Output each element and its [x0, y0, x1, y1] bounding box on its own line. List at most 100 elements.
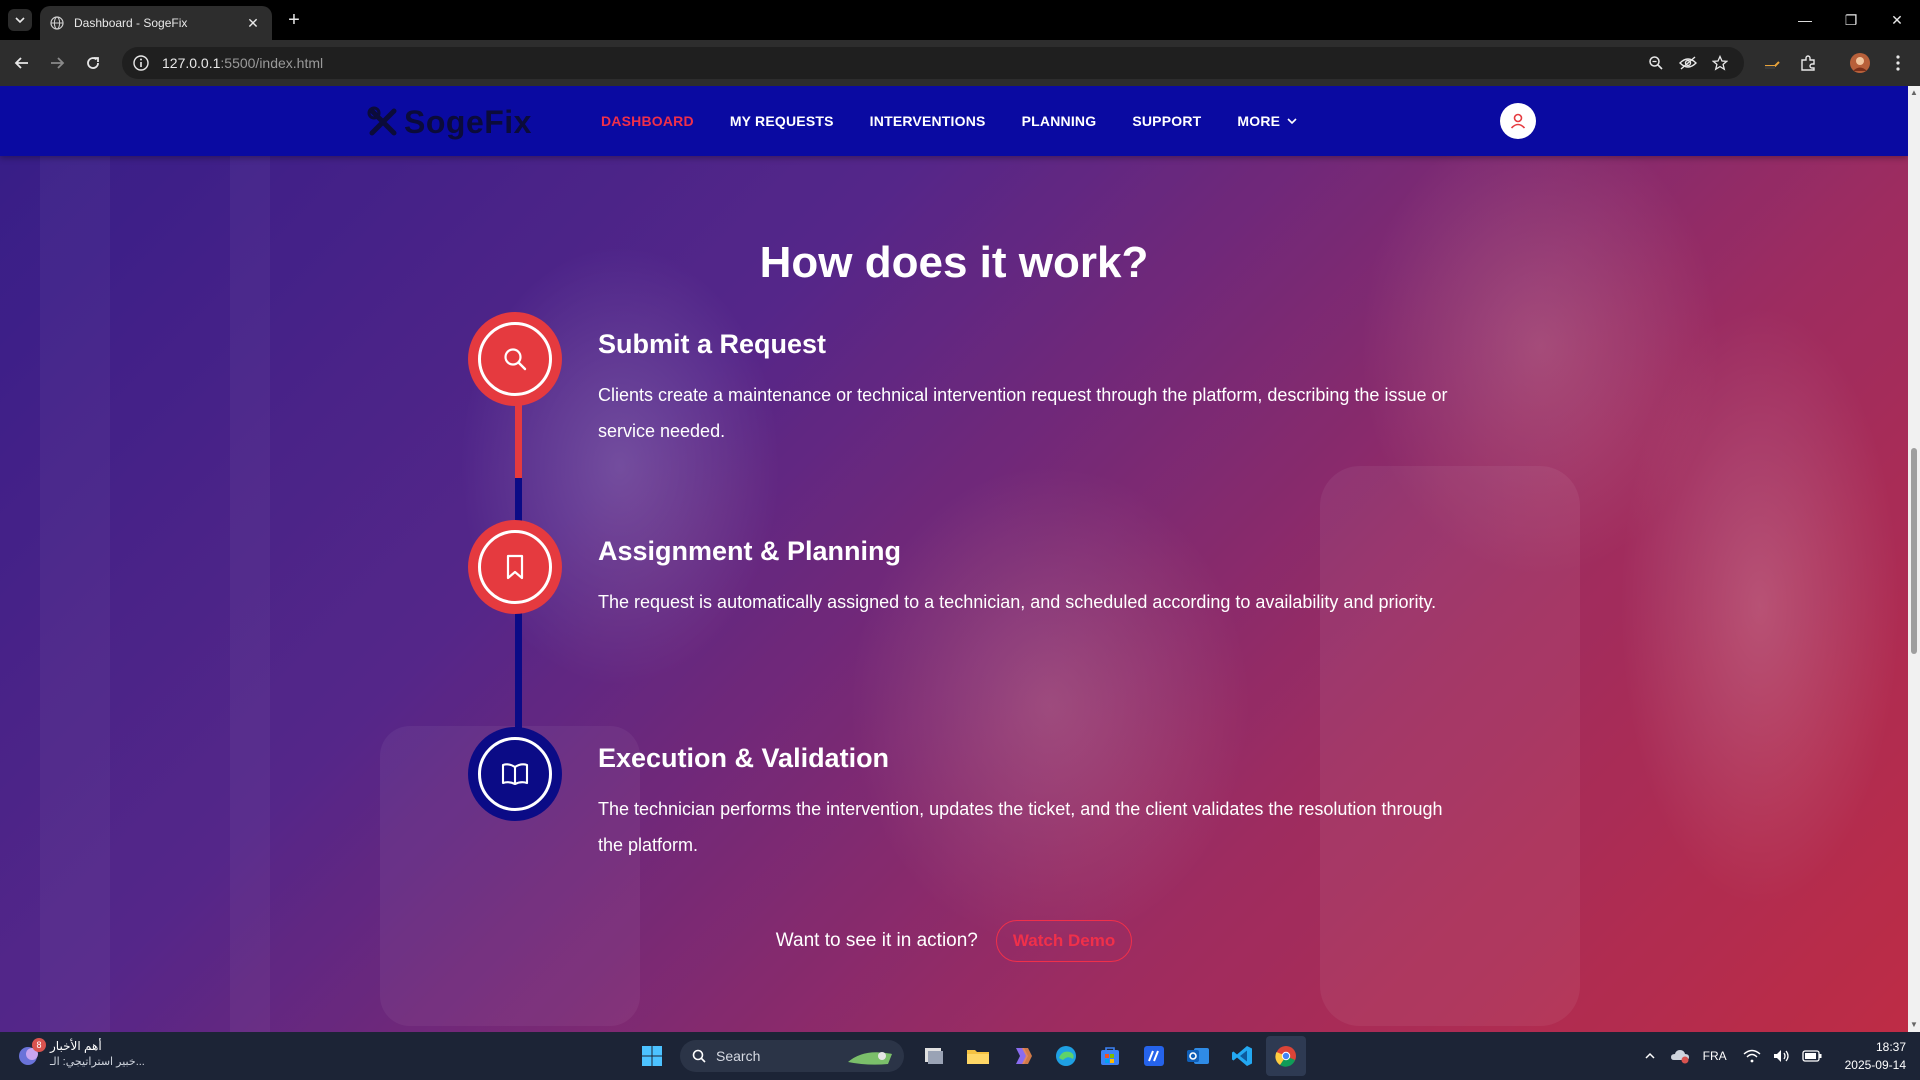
- extensions-puzzle-icon[interactable]: [1796, 51, 1820, 75]
- timeline-connector-red: [515, 396, 522, 478]
- tab-list-button[interactable]: [8, 9, 32, 31]
- news-subtitle: خبير استراتيجي: الـ...: [50, 1056, 145, 1068]
- wrench-logo-icon: [367, 106, 397, 136]
- minimize-icon[interactable]: —: [1782, 0, 1828, 40]
- profile-avatar-icon[interactable]: [1848, 51, 1872, 75]
- globe-icon: [50, 16, 64, 30]
- nav-more-label: MORE: [1237, 113, 1281, 129]
- taskbar-apps: Search: [632, 1036, 1310, 1076]
- language-indicator[interactable]: FRA: [1703, 1049, 1727, 1063]
- taskbar-search-label: Search: [716, 1048, 761, 1064]
- system-tray: FRA 18:37 2025-09-14: [1639, 1032, 1906, 1080]
- microsoft-store-icon[interactable]: [1090, 1036, 1130, 1076]
- restore-icon[interactable]: ❐: [1828, 0, 1874, 40]
- nav-my-requests[interactable]: MY REQUESTS: [730, 113, 834, 129]
- browser-tab[interactable]: Dashboard - SogeFix ✕: [40, 6, 272, 40]
- url-host: 127.0.0.1: [162, 55, 221, 71]
- section-title: How does it work?: [759, 238, 1149, 287]
- zoom-icon[interactable]: [1646, 53, 1666, 73]
- watch-demo-button[interactable]: Watch Demo: [995, 920, 1133, 962]
- step-2-description: The request is automatically assigned to…: [598, 592, 1437, 612]
- step-3-description: The technician performs the intervention…: [598, 799, 1443, 855]
- reload-button[interactable]: [81, 51, 105, 75]
- bookmark-icon: [506, 554, 524, 580]
- search-icon: [504, 348, 527, 371]
- dev-tool-icon[interactable]: [1134, 1036, 1174, 1076]
- battery-icon[interactable]: [1801, 1045, 1823, 1067]
- nav-interventions[interactable]: INTERVENTIONS: [870, 113, 986, 129]
- cta-text: Want to see it in action?: [775, 930, 978, 951]
- nav-dashboard[interactable]: DASHBOARD: [601, 113, 694, 129]
- vscode-icon[interactable]: [1222, 1036, 1262, 1076]
- browser-toolbar: 127.0.0.1:5500/index.html: [0, 40, 1920, 86]
- scroll-down-icon[interactable]: ▼: [1910, 1021, 1918, 1029]
- file-explorer-icon[interactable]: [958, 1036, 998, 1076]
- url-path: :5500/index.html: [220, 55, 324, 71]
- search-highlight-icon: [848, 1052, 892, 1065]
- close-window-icon[interactable]: ✕: [1874, 0, 1920, 40]
- system-clock[interactable]: 18:37 2025-09-14: [1845, 1038, 1906, 1074]
- nav-planning[interactable]: PLANNING: [1022, 113, 1097, 129]
- windows-logo-icon: [642, 1046, 662, 1066]
- scrollbar-thumb[interactable]: [1911, 448, 1917, 654]
- chrome-icon[interactable]: [1266, 1036, 1306, 1076]
- eye-off-icon[interactable]: [1678, 53, 1698, 73]
- scroll-up-icon[interactable]: ▲: [1910, 89, 1918, 97]
- outlook-icon[interactable]: [1178, 1036, 1218, 1076]
- news-icon: 8: [16, 1038, 46, 1068]
- chevron-down-icon: [1287, 118, 1297, 125]
- site-header: SogeFix DASHBOARD MY REQUESTS INTERVENTI…: [0, 86, 1908, 156]
- news-badge: 8: [32, 1038, 46, 1052]
- nav-support[interactable]: SUPPORT: [1132, 113, 1201, 129]
- step-2-icon-circle: [468, 520, 562, 614]
- reload-icon: [87, 57, 99, 69]
- search-icon: [692, 1049, 706, 1063]
- site-logo[interactable]: SogeFix: [366, 102, 532, 142]
- news-widget[interactable]: 8 أهم الأخبار خبير استراتيجي: الـ...: [16, 1038, 145, 1070]
- book-icon: [501, 763, 529, 786]
- chevron-up-icon[interactable]: [1639, 1045, 1661, 1067]
- bookmark-star-icon[interactable]: [1710, 53, 1730, 73]
- step-3-title: Execution & Validation: [598, 743, 890, 773]
- site-info-icon[interactable]: [132, 54, 150, 72]
- main-navigation: DASHBOARD MY REQUESTS INTERVENTIONS PLAN…: [601, 86, 1334, 156]
- chevron-down-icon: [15, 17, 25, 24]
- step-3-icon-circle: [468, 727, 562, 821]
- new-tab-button[interactable]: +: [282, 9, 306, 31]
- forward-button[interactable]: [45, 51, 69, 75]
- news-title: أهم الأخبار: [50, 1039, 102, 1053]
- page-scrollbar[interactable]: ▲ ▼: [1908, 86, 1920, 1032]
- window-controls: — ❐ ✕: [1782, 0, 1920, 40]
- logo-text: SogeFix: [404, 103, 532, 140]
- wifi-icon[interactable]: [1741, 1045, 1763, 1067]
- back-button[interactable]: [10, 51, 34, 75]
- copilot-icon[interactable]: [1002, 1036, 1042, 1076]
- demo-cta: Want to see it in action? Watch Demo: [0, 920, 1908, 962]
- arrow-left-icon: [14, 57, 28, 69]
- page-viewport: SogeFix DASHBOARD MY REQUESTS INTERVENTI…: [0, 86, 1908, 1032]
- extension-icon[interactable]: [1760, 51, 1784, 75]
- step-1-description: Clients create a maintenance or technica…: [598, 385, 1448, 441]
- nav-more[interactable]: MORE: [1237, 113, 1298, 129]
- arrow-right-icon: [51, 57, 65, 69]
- address-bar[interactable]: 127.0.0.1:5500/index.html: [122, 47, 1744, 79]
- step-2-title: Assignment & Planning: [598, 536, 902, 566]
- step-1-icon-circle: [468, 312, 562, 406]
- volume-icon[interactable]: [1771, 1045, 1793, 1067]
- taskbar-search[interactable]: Search: [680, 1040, 904, 1072]
- browser-tab-bar: Dashboard - SogeFix ✕ + — ❐ ✕: [0, 0, 1920, 40]
- step-1-title: Submit a Request: [598, 329, 827, 359]
- browser-menu-icon[interactable]: [1886, 51, 1910, 75]
- clock-date: 2025-09-14: [1844, 1058, 1906, 1072]
- edge-browser-icon[interactable]: [1046, 1036, 1086, 1076]
- tab-title: Dashboard - SogeFix: [74, 16, 188, 30]
- clock-time: 18:37: [1875, 1040, 1906, 1054]
- windows-taskbar: 8 أهم الأخبار خبير استراتيجي: الـ... Sea…: [0, 1032, 1920, 1080]
- start-button[interactable]: [632, 1036, 672, 1076]
- task-view-icon[interactable]: [914, 1036, 954, 1076]
- user-profile-button[interactable]: [1500, 103, 1536, 139]
- onedrive-icon[interactable]: [1669, 1045, 1691, 1067]
- user-icon: [1510, 113, 1526, 129]
- close-tab-icon[interactable]: ✕: [244, 15, 262, 32]
- hero-background-image: [0, 86, 1908, 1032]
